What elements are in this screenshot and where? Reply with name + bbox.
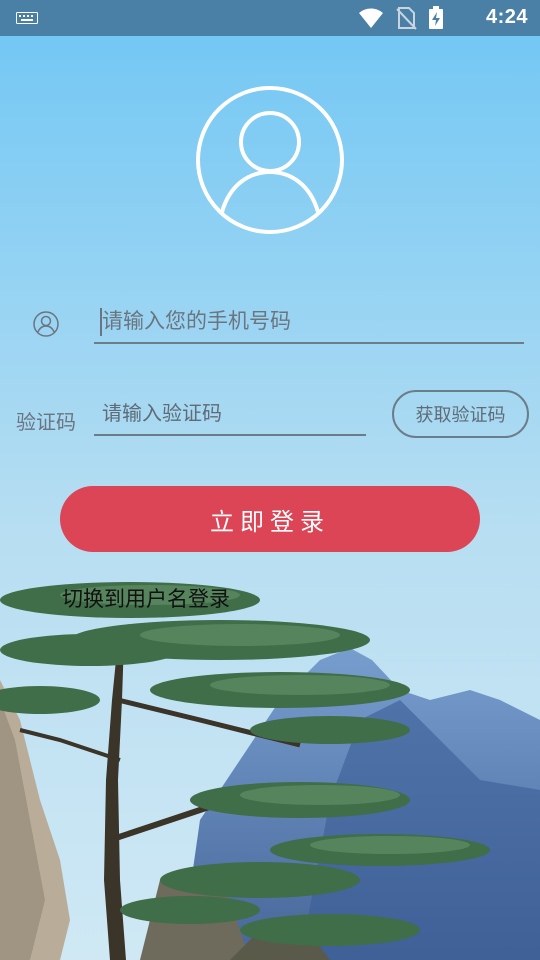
avatar-icon: [196, 86, 344, 234]
text-cursor: [100, 308, 102, 336]
keyboard-icon: [16, 12, 38, 24]
login-button[interactable]: 立即登录: [60, 486, 480, 552]
verification-code-input[interactable]: [94, 392, 366, 436]
phone-number-input[interactable]: [94, 300, 524, 344]
status-bar: 4:24: [0, 0, 540, 36]
status-icons: [358, 6, 444, 30]
wifi-icon: [358, 8, 383, 28]
verification-code-label: 验证码: [16, 410, 76, 434]
get-code-button[interactable]: 获取验证码: [392, 390, 529, 438]
switch-to-username-login-link[interactable]: 切换到用户名登录: [62, 583, 230, 613]
no-sim-icon: [396, 7, 417, 30]
user-icon: [33, 311, 59, 337]
battery-charging-icon: [429, 6, 443, 29]
clock: 4:24: [485, 6, 528, 28]
